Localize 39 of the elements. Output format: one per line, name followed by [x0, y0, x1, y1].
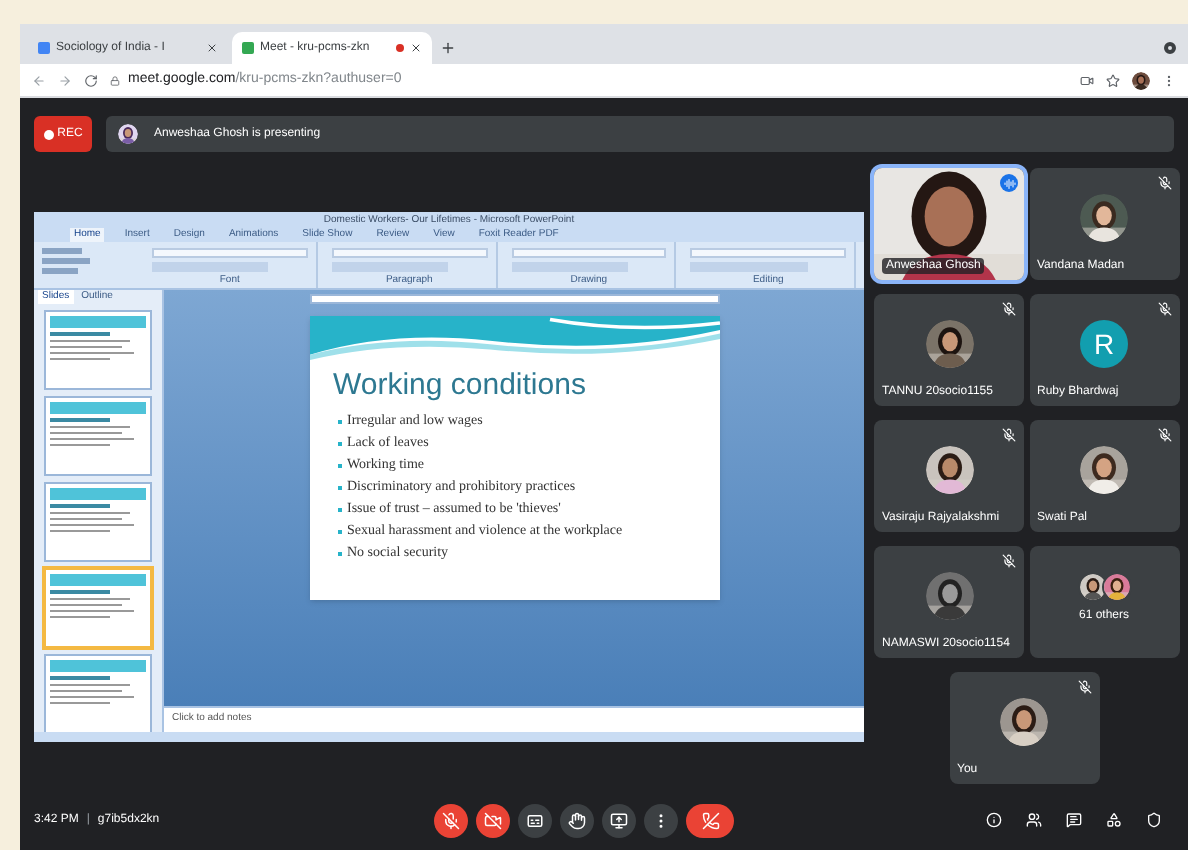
present-icon — [610, 811, 628, 829]
forward-icon[interactable] — [58, 73, 72, 87]
leave-call-button[interactable] — [686, 803, 734, 837]
slide-thumbnail[interactable] — [46, 656, 150, 733]
menu-icon[interactable] — [1162, 73, 1176, 87]
camera-icon[interactable] — [1080, 73, 1094, 87]
raise-hand-icon — [568, 811, 586, 829]
tab-favicon-icon — [38, 42, 50, 54]
leave-call-icon — [701, 811, 719, 829]
captions-icon — [526, 811, 544, 829]
account-avatar[interactable] — [1132, 71, 1150, 89]
bookmark-star-icon[interactable] — [1106, 73, 1120, 87]
people-icon[interactable] — [1026, 812, 1042, 828]
slide-title: Working conditions — [333, 368, 588, 405]
activities-icon[interactable] — [1106, 812, 1122, 828]
close-tab-icon[interactable] — [206, 42, 218, 54]
reload-icon[interactable] — [84, 73, 98, 87]
chat-icon[interactable] — [1066, 812, 1082, 828]
mic-off-icon — [442, 811, 460, 829]
info-icon[interactable] — [986, 812, 1002, 828]
shield-icon[interactable] — [1146, 812, 1162, 828]
slide-thumbnail[interactable] — [46, 398, 150, 475]
profile-icon[interactable] — [1164, 42, 1176, 54]
mic-off-button[interactable] — [434, 803, 468, 837]
captions-button[interactable] — [518, 803, 552, 837]
tab-favicon-icon — [242, 42, 254, 54]
camera-off-button[interactable] — [476, 803, 510, 837]
slide-thumbnail[interactable] — [46, 570, 150, 647]
more-options-button[interactable] — [644, 803, 678, 837]
back-icon[interactable] — [32, 73, 46, 87]
slide-thumbnail[interactable] — [46, 312, 150, 389]
slide-thumbnail[interactable] — [46, 484, 150, 561]
avatar-initial: R — [1080, 320, 1128, 368]
new-tab-icon[interactable] — [440, 40, 456, 56]
camera-off-icon — [484, 811, 502, 829]
present-button[interactable] — [602, 803, 636, 837]
close-tab-icon[interactable] — [410, 42, 422, 54]
lock-icon — [110, 75, 120, 85]
raise-hand-button[interactable] — [560, 803, 594, 837]
